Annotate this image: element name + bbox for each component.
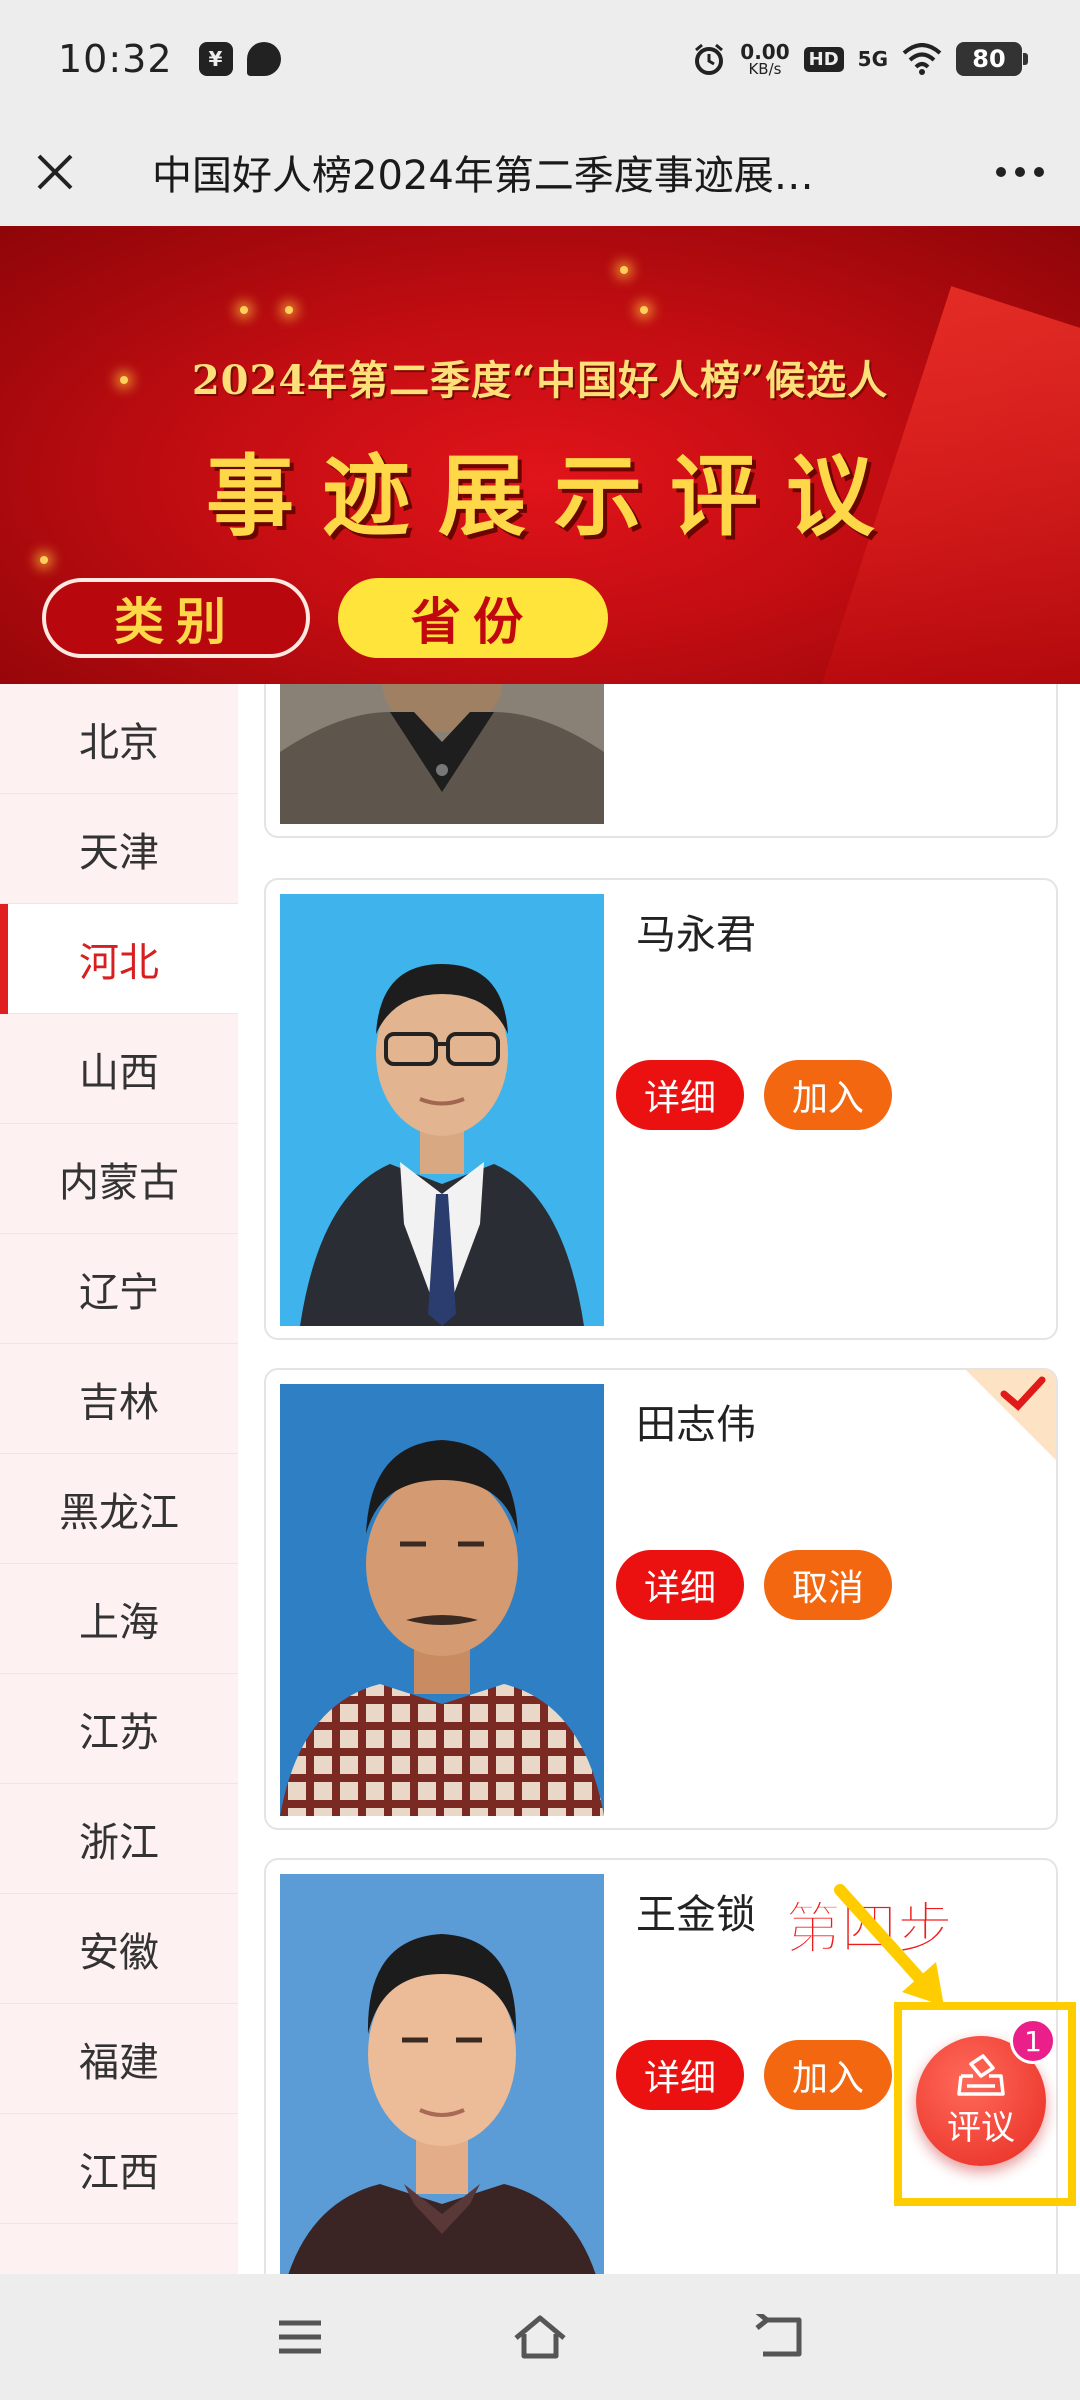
banner: 2024年第二季度“中国好人榜”候选人 事迹展示评议 类别 省份 [0, 226, 1080, 684]
back-button[interactable] [660, 2274, 900, 2400]
candidate-photo [280, 1384, 604, 1816]
payment-notification-icon: ¥ [198, 42, 233, 76]
sidebar-item-anhui[interactable]: 安徽 [0, 1894, 238, 2004]
net-speed: 0.00 KB/s [740, 39, 790, 78]
sidebar-item-heilongjiang[interactable]: 黑龙江 [0, 1454, 238, 1564]
sidebar-item-tianjin[interactable]: 天津 [0, 794, 238, 904]
sidebar-item-liaoning[interactable]: 辽宁 [0, 1234, 238, 1344]
hd-badge: HD [803, 46, 844, 72]
sidebar-item-hebei[interactable]: 河北 [0, 904, 238, 1014]
close-icon [37, 154, 73, 190]
sidebar-item-neimenggu[interactable]: 内蒙古 [0, 1124, 238, 1234]
nav-bar: 中国好人榜2024年第二季度事迹展… [0, 118, 1080, 226]
vote-box-icon [957, 2053, 1005, 2096]
close-button[interactable] [0, 118, 110, 226]
check-icon [1000, 1376, 1046, 1411]
detail-button[interactable]: 详细 [616, 2040, 744, 2110]
page-title: 中国好人榜2024年第二季度事迹展… [152, 153, 814, 199]
candidate-card: 马永君 详细 加入 [264, 878, 1058, 1340]
candidate-photo [280, 684, 604, 824]
tab-category[interactable]: 类别 [42, 578, 310, 658]
join-button[interactable]: 加入 [764, 2040, 892, 2110]
cancel-button[interactable]: 取消 [764, 1550, 892, 1620]
review-count-badge: 1 [1010, 2018, 1056, 2064]
join-button[interactable]: 加入 [764, 1060, 892, 1130]
status-indicators: 0.00 KB/s HD 5G 80 [692, 39, 1028, 78]
candidate-photo [280, 1874, 604, 2274]
province-sidebar: 北京 天津 河北 山西 内蒙古 辽宁 吉林 黑龙江 上海 江苏 浙江 安徽 福建… [0, 684, 238, 2274]
notification-icons: ¥ [198, 42, 281, 76]
annotation-arrow-icon [834, 1884, 944, 2006]
sidebar-item-jiangxi[interactable]: 江西 [0, 2114, 238, 2224]
battery-indicator: 80 [956, 42, 1028, 76]
banner-title: 事迹展示评议 [205, 444, 902, 548]
back-icon [755, 2314, 802, 2357]
candidate-name: 王金锁 [636, 1892, 756, 1938]
sidebar-item-jiangsu[interactable]: 江苏 [0, 1674, 238, 1784]
sidebar-item-fujian[interactable]: 福建 [0, 2004, 238, 2114]
banner-subtitle: 2024年第二季度“中国好人榜”候选人 [191, 357, 889, 404]
wifi-icon [902, 43, 942, 75]
home-icon [514, 2315, 566, 2359]
candidate-card-partial [264, 684, 1058, 838]
sidebar-item-shanxi[interactable]: 山西 [0, 1014, 238, 1124]
review-button-label: 评议 [947, 2107, 1015, 2148]
system-navigation-bar [0, 2274, 1080, 2400]
detail-button[interactable]: 详细 [616, 1060, 744, 1130]
home-button[interactable] [420, 2274, 660, 2400]
menu-icon [279, 2320, 321, 2354]
sidebar-item-zhejiang[interactable]: 浙江 [0, 1784, 238, 1894]
message-notification-icon [246, 42, 281, 76]
status-time: 10:32 [58, 37, 173, 81]
tab-province[interactable]: 省份 [338, 578, 608, 658]
menu-button[interactable] [180, 2274, 420, 2400]
candidate-name: 马永君 [636, 912, 756, 958]
status-bar: 10:32 ¥ 0.00 KB/s HD 5G 80 [0, 0, 1080, 118]
alarm-icon [695, 43, 724, 75]
candidate-card: 田志伟 详细 取消 [264, 1368, 1058, 1830]
candidate-name: 田志伟 [636, 1402, 756, 1448]
candidate-photo [280, 894, 604, 1326]
sidebar-item-jilin[interactable]: 吉林 [0, 1344, 238, 1454]
review-floating-button[interactable]: 评议 1 [916, 2018, 1056, 2166]
more-icon [996, 167, 1006, 177]
detail-button[interactable]: 详细 [616, 1550, 744, 1620]
sidebar-item-shanghai[interactable]: 上海 [0, 1564, 238, 1674]
more-options-button[interactable] [960, 118, 1080, 226]
network-type: 5G [857, 47, 888, 71]
sidebar-item-beijing[interactable]: 北京 [0, 684, 238, 794]
